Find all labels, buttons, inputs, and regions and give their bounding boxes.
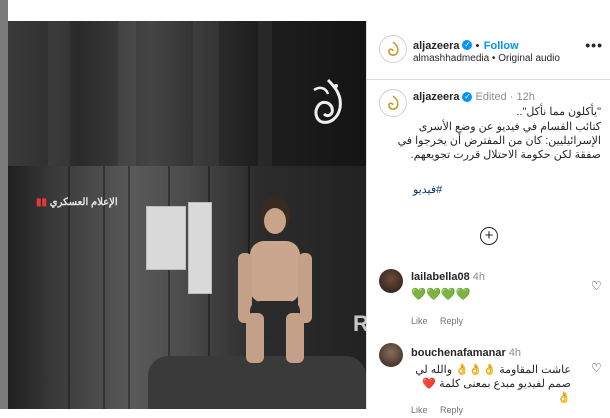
wall-bar xyxy=(48,21,70,166)
separator: • xyxy=(475,40,480,52)
caption-author-handle[interactable]: aljazeera xyxy=(413,91,459,103)
wall-bar xyxy=(258,21,272,166)
comment-avatar[interactable] xyxy=(379,343,403,367)
comment-avatar[interactable] xyxy=(379,269,403,293)
verified-badge-icon: ✓ xyxy=(462,92,473,103)
paper-sheet xyxy=(188,202,212,294)
comment-actions: Like Reply xyxy=(411,400,463,418)
overlay-watermark: R xyxy=(353,311,366,336)
follow-button[interactable]: Follow xyxy=(484,40,519,52)
post-side-panel: aljazeera ✓ • Follow almashhadmedia • Orig… xyxy=(366,21,610,415)
comment-header: bouchenafamanar 4h xyxy=(411,347,521,359)
separator: · xyxy=(509,91,514,103)
more-options-icon[interactable]: ••• xyxy=(585,37,603,53)
comment-text: 💚💚💚💚 xyxy=(411,287,471,301)
plank xyxy=(128,166,130,409)
comment-like-button[interactable]: Like xyxy=(411,316,428,326)
post-modal: ▮▮ الإعلام العسكري R aljazeera ✓ • Follow xyxy=(0,0,610,415)
backdrop-left xyxy=(0,0,8,409)
audio-source-line[interactable]: almashhadmedia • Original audio xyxy=(413,53,560,64)
comment-time: 4h xyxy=(472,271,486,283)
header-name-line: aljazeera ✓ • Follow xyxy=(413,36,519,54)
comment-heart-icon[interactable]: ♡ xyxy=(591,279,602,293)
author-avatar[interactable] xyxy=(379,35,407,63)
paper-sheet xyxy=(146,206,186,270)
load-more-comments-icon[interactable]: + xyxy=(480,227,498,245)
caption-time: 12h xyxy=(516,91,535,103)
military-media-logo: ▮▮ الإعلام العسكري xyxy=(36,197,118,208)
caption-quote: "يأكلون مما نأكل".. xyxy=(516,106,601,118)
caption-body: كتائب القسام في فيديو عن وضع الأسرى الإس… xyxy=(397,121,601,161)
comment-time: 4h xyxy=(508,347,522,359)
aljazeera-avatar-icon xyxy=(388,41,399,56)
caption-hashtag-link[interactable]: فيديو# xyxy=(413,183,442,196)
aljazeera-avatar-icon xyxy=(388,95,399,110)
comment-author[interactable]: bouchenafamanar xyxy=(411,347,506,359)
person-figure xyxy=(238,197,312,363)
comment-author[interactable]: lailabella08 xyxy=(411,271,470,283)
comment-reply-button[interactable]: Reply xyxy=(440,316,463,326)
post-header: aljazeera ✓ • Follow almashhadmedia • Orig… xyxy=(367,21,610,80)
caption-meta: aljazeera ✓ Edited · 12h xyxy=(413,91,535,103)
author-handle[interactable]: aljazeera xyxy=(413,40,459,52)
wall-bar xyxy=(118,21,136,166)
comment-text: عاشت المقاومة 👌👌👌 والله لي صمم لفيديو مب… xyxy=(415,364,571,404)
comment-heart-icon[interactable]: ♡ xyxy=(591,361,602,375)
comment-header: lailabella08 4h xyxy=(411,271,485,283)
comment-reply-button[interactable]: Reply xyxy=(440,405,463,415)
video-player[interactable]: ▮▮ الإعلام العسكري R xyxy=(8,21,366,409)
edited-label: Edited xyxy=(475,91,507,103)
caption-author-avatar[interactable] xyxy=(379,89,407,117)
military-media-text: الإعلام العسكري xyxy=(49,197,118,208)
verified-badge-icon: ✓ xyxy=(462,39,473,50)
aljazeera-logo-icon xyxy=(313,78,342,124)
comment-actions: Like Reply xyxy=(411,311,463,329)
wall-bar xyxy=(193,21,219,166)
comment-like-button[interactable]: Like xyxy=(411,405,428,415)
